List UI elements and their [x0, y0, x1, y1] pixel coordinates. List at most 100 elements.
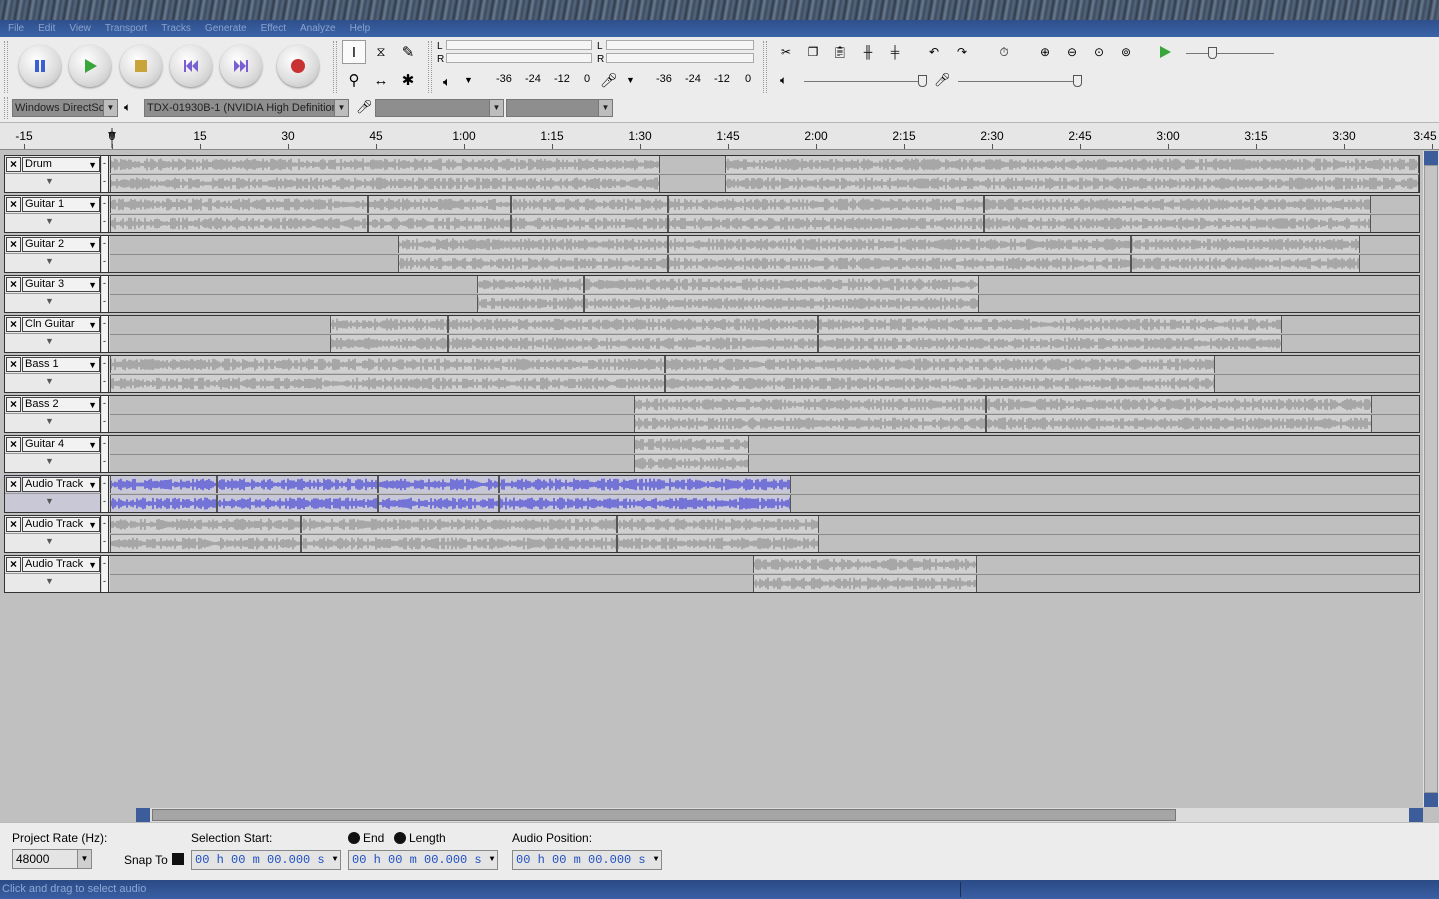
- track-name-menu[interactable]: Audio Track ▼: [22, 557, 100, 572]
- right-channel[interactable]: [110, 174, 1419, 192]
- playback-meter-left[interactable]: [446, 40, 592, 50]
- audio-clip[interactable]: [818, 335, 1282, 352]
- trim-button[interactable]: ╫: [856, 40, 880, 64]
- audio-clip[interactable]: [477, 276, 584, 293]
- audio-clip[interactable]: [110, 215, 368, 232]
- audio-clip[interactable]: [984, 196, 1371, 213]
- end-radio[interactable]: End: [348, 831, 384, 845]
- menu-item-help[interactable]: Help: [350, 23, 371, 34]
- left-channel[interactable]: [110, 196, 1419, 213]
- audio-clip[interactable]: [110, 175, 660, 192]
- audio-clip[interactable]: [634, 396, 986, 413]
- audio-track[interactable]: × Audio Track ▼ ▼ - -: [4, 515, 1420, 553]
- track-name-menu[interactable]: Cln Guitar ▼: [22, 317, 100, 332]
- redo-button[interactable]: ↷: [950, 40, 974, 64]
- audio-clip[interactable]: [725, 175, 1419, 192]
- audio-clip[interactable]: [634, 455, 749, 472]
- record-volume-slider[interactable]: [958, 81, 1082, 82]
- track-control-panel[interactable]: × Audio Track ▼ ▼: [5, 556, 101, 592]
- track-close-button[interactable]: ×: [6, 477, 21, 492]
- audio-track[interactable]: × Cln Guitar ▼ ▼ - -: [4, 315, 1420, 353]
- track-name-menu[interactable]: Guitar 3 ▼: [22, 277, 100, 292]
- audio-clip[interactable]: [668, 215, 984, 232]
- audio-clip[interactable]: [398, 255, 668, 272]
- menu-item-file[interactable]: File: [8, 23, 24, 34]
- track-name-menu[interactable]: Audio Track ▼: [22, 477, 100, 492]
- audio-clip[interactable]: [668, 255, 1131, 272]
- record-button[interactable]: [277, 45, 319, 87]
- audio-clip[interactable]: [217, 476, 378, 493]
- audio-clip[interactable]: [330, 335, 448, 352]
- track-name-menu[interactable]: Audio Track ▼: [22, 517, 100, 532]
- audio-clip[interactable]: [378, 495, 499, 512]
- skip-start-button[interactable]: [170, 45, 212, 87]
- undo-button[interactable]: ↶: [922, 40, 946, 64]
- audio-track[interactable]: × Bass 2 ▼ ▼ - -: [4, 395, 1420, 433]
- right-channel[interactable]: [110, 214, 1419, 232]
- menu-item-effect[interactable]: Effect: [261, 23, 286, 34]
- track-name-menu[interactable]: Guitar 1 ▼: [22, 197, 100, 212]
- audio-clip[interactable]: [110, 495, 217, 512]
- audio-clip[interactable]: [634, 415, 986, 432]
- track-close-button[interactable]: ×: [6, 237, 21, 252]
- audio-clip[interactable]: [368, 215, 511, 232]
- zoom-tool[interactable]: ⚲: [342, 68, 366, 92]
- play-button[interactable]: [69, 45, 111, 87]
- track-close-button[interactable]: ×: [6, 397, 21, 412]
- audio-clip[interactable]: [477, 295, 584, 312]
- audio-clip[interactable]: [984, 215, 1371, 232]
- audio-clip[interactable]: [368, 196, 511, 213]
- track-name-menu[interactable]: Bass 2 ▼: [22, 397, 100, 412]
- track-close-button[interactable]: ×: [6, 277, 21, 292]
- track-waveform[interactable]: [110, 276, 1419, 312]
- audio-clip[interactable]: [753, 575, 977, 592]
- audio-clip[interactable]: [217, 495, 378, 512]
- collapse-track-icon[interactable]: ▼: [45, 456, 54, 466]
- track-area[interactable]: × Drum ▼ ▼ - - × Guitar 1 ▼ ▼ - - × Guitar 2 ▼ ▼ - - × Guit…: [0, 151, 1423, 807]
- menu-item-tracks[interactable]: Tracks: [161, 23, 191, 34]
- track-close-button[interactable]: ×: [6, 557, 21, 572]
- left-channel[interactable]: [110, 156, 1419, 173]
- audio-track[interactable]: × Drum ▼ ▼ - -: [4, 155, 1420, 193]
- audio-track[interactable]: × Guitar 2 ▼ ▼ - -: [4, 235, 1420, 273]
- audio-position-field[interactable]: 00 h 00 m 00.000 s ▼: [512, 850, 662, 870]
- stop-button[interactable]: [120, 45, 162, 87]
- left-channel[interactable]: [110, 436, 1419, 453]
- track-waveform[interactable]: [110, 316, 1419, 352]
- audio-track[interactable]: × Bass 1 ▼ ▼ - -: [4, 355, 1420, 393]
- track-waveform[interactable]: [110, 356, 1419, 392]
- right-channel[interactable]: [110, 294, 1419, 312]
- audio-clip[interactable]: [110, 375, 665, 392]
- collapse-track-icon[interactable]: ▼: [45, 536, 54, 546]
- track-control-panel[interactable]: × Guitar 3 ▼ ▼: [5, 276, 101, 312]
- playback-volume-slider[interactable]: [804, 81, 922, 82]
- fit-selection-button[interactable]: ⊙: [1087, 40, 1111, 64]
- envelope-tool[interactable]: ⧖: [369, 40, 393, 64]
- zoom-in-button[interactable]: ⊕: [1033, 40, 1057, 64]
- audio-clip[interactable]: [617, 535, 819, 552]
- track-control-panel[interactable]: × Audio Track ▼ ▼: [5, 516, 101, 552]
- zoom-out-button[interactable]: ⊖: [1060, 40, 1084, 64]
- cut-button[interactable]: ✂: [774, 40, 798, 64]
- right-channel[interactable]: [110, 254, 1419, 272]
- collapse-track-icon[interactable]: ▼: [45, 496, 54, 506]
- audio-clip[interactable]: [665, 356, 1215, 373]
- audio-clip[interactable]: [301, 516, 617, 533]
- collapse-track-icon[interactable]: ▼: [45, 336, 54, 346]
- toolbar-grip[interactable]: [763, 41, 767, 93]
- draw-tool[interactable]: ✎: [396, 40, 420, 64]
- timeline-ruler[interactable]: -15 0 15 30 45 1:00 1:15 1:30 1:45 2:00 2:15 2:30 2:…: [0, 123, 1439, 150]
- vertical-scrollbar[interactable]: [1423, 151, 1439, 807]
- multi-tool[interactable]: ✱: [396, 68, 420, 92]
- track-control-panel[interactable]: × Audio Track ▼ ▼: [5, 476, 101, 512]
- audio-clip[interactable]: [986, 415, 1372, 432]
- track-name-menu[interactable]: Drum ▼: [22, 157, 100, 172]
- audio-clip[interactable]: [1131, 255, 1360, 272]
- collapse-track-icon[interactable]: ▼: [45, 296, 54, 306]
- track-name-menu[interactable]: Guitar 2 ▼: [22, 237, 100, 252]
- right-channel[interactable]: [110, 534, 1419, 552]
- audio-clip[interactable]: [448, 335, 818, 352]
- track-close-button[interactable]: ×: [6, 437, 21, 452]
- audio-clip[interactable]: [511, 215, 668, 232]
- track-waveform[interactable]: [110, 396, 1419, 432]
